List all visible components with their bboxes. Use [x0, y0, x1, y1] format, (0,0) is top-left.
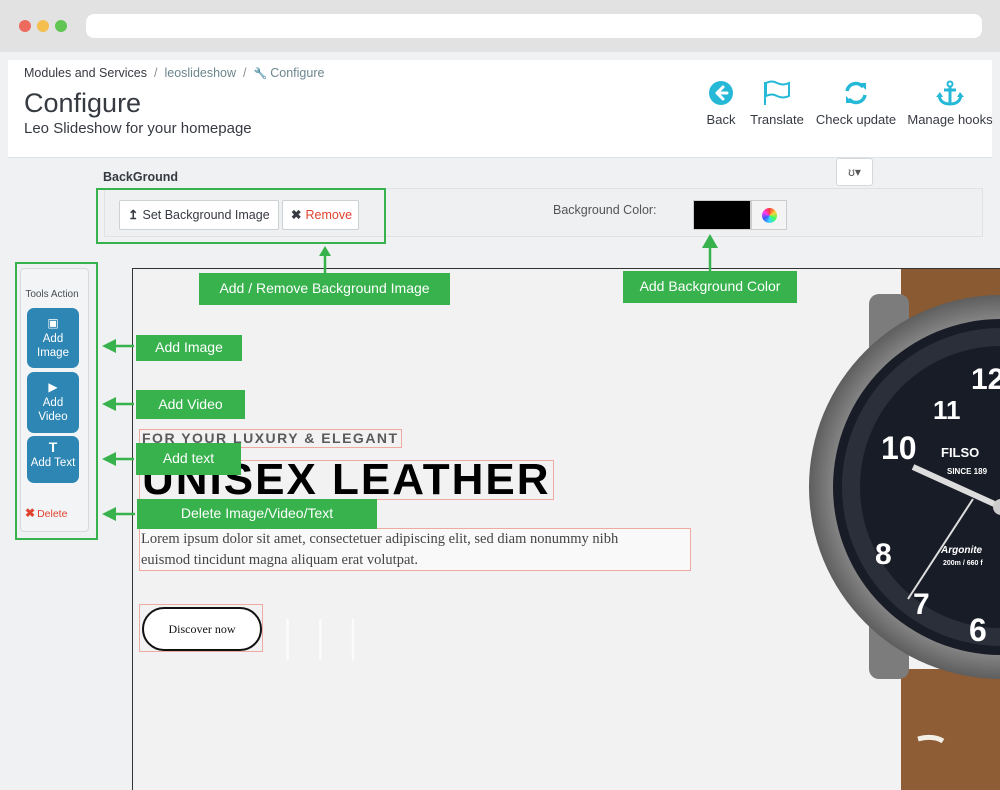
breadcrumb-configure: Configure	[270, 66, 325, 80]
wrench-icon: 🔧	[253, 68, 268, 80]
annotation-delete: Delete Image/Video/Text	[137, 499, 377, 529]
maximize-window-dot[interactable]	[55, 20, 67, 32]
annotation-add-image: Add Image	[136, 335, 242, 361]
minimize-window-dot[interactable]	[37, 20, 49, 32]
translate-button[interactable]: Translate	[749, 80, 805, 127]
watermark-text: | | |	[283, 610, 364, 661]
annotation-add-remove-bg: Add / Remove Background Image	[199, 273, 450, 305]
close-window-dot[interactable]	[19, 20, 31, 32]
refresh-icon	[845, 81, 867, 105]
add-image-button[interactable]: ▣ Add Image	[27, 308, 79, 368]
annotation-add-video: Add Video	[136, 390, 245, 419]
watch-depth: 200m / 660 f	[943, 560, 983, 567]
discover-now-button[interactable]: Discover now	[142, 607, 262, 651]
breadcrumb-modules[interactable]: Modules and Services	[24, 66, 147, 80]
watch-number-7: 7	[913, 588, 930, 621]
background-heading: BackGround	[103, 170, 179, 184]
tools-action-title: Tools Action	[25, 289, 79, 300]
back-arrow-icon	[709, 81, 733, 105]
watch-number-6: 6	[969, 612, 987, 648]
watch-brand: FILSO	[941, 445, 979, 460]
delete-button[interactable]: ✖ Delete	[25, 506, 67, 520]
watch-since: SINCE 189	[947, 467, 988, 476]
set-background-image-button[interactable]: ↥ Set Background Image	[119, 200, 279, 230]
options-dropdown[interactable]: ʊ▾	[836, 158, 873, 186]
close-icon: ✖	[291, 208, 302, 222]
add-text-button[interactable]: T Add Text	[27, 436, 79, 483]
remove-background-button[interactable]: ✖ Remove	[282, 200, 359, 230]
youtube-icon: ▶	[48, 380, 58, 394]
annotation-add-text: Add text	[136, 443, 241, 475]
add-video-button[interactable]: ▶ Add Video	[27, 372, 79, 433]
slide-button-layer[interactable]: Discover now	[139, 604, 263, 652]
breadcrumb: Modules and Services / leoslideshow / 🔧 Confi…	[24, 66, 325, 80]
admin-page: Modules and Services / leoslideshow / 🔧 Confi…	[0, 52, 1000, 790]
color-picker-button[interactable]	[751, 200, 787, 230]
watch-number-10: 10	[881, 430, 917, 466]
breadcrumb-leoslideshow[interactable]: leoslideshow	[164, 66, 236, 80]
back-button[interactable]: Back	[703, 80, 739, 127]
color-wheel-icon	[762, 208, 777, 223]
page-subtitle: Leo Slideshow for your homepage	[24, 120, 252, 137]
manage-hooks-button[interactable]: Manage hooks	[907, 80, 993, 127]
page-title: Configure	[24, 88, 142, 118]
flag-icon	[764, 80, 790, 105]
watch-number-12: 12	[971, 363, 1000, 396]
image-icon: ▣	[47, 316, 59, 330]
watch-model: Argonite	[940, 545, 983, 556]
text-icon: T	[48, 439, 58, 455]
watch-number-8: 8	[875, 538, 892, 571]
annotation-add-bg-color: Add Background Color	[623, 271, 797, 303]
background-color-label: Background Color:	[553, 203, 657, 217]
watch-image[interactable]: 11 10 8 7 6 12 FILSO SINCE 189 Argonite …	[773, 269, 1000, 790]
close-icon: ✖	[25, 506, 36, 520]
watch-number-11: 11	[933, 395, 961, 425]
upload-icon: ↥	[128, 208, 139, 222]
address-bar[interactable]	[86, 14, 982, 38]
check-update-button[interactable]: Check update	[814, 80, 898, 127]
slide-description[interactable]: Lorem ipsum dolor sit amet, consectetuer…	[139, 528, 691, 571]
browser-chrome	[0, 0, 1000, 52]
slide-canvas[interactable]: | | | FOR YOUR LUXURY & ELEGANT UNISEX L…	[132, 268, 1000, 790]
page-header: Modules and Services / leoslideshow / 🔧 Confi…	[8, 60, 993, 158]
background-color-swatch[interactable]	[693, 200, 751, 230]
anchor-icon	[936, 80, 964, 106]
